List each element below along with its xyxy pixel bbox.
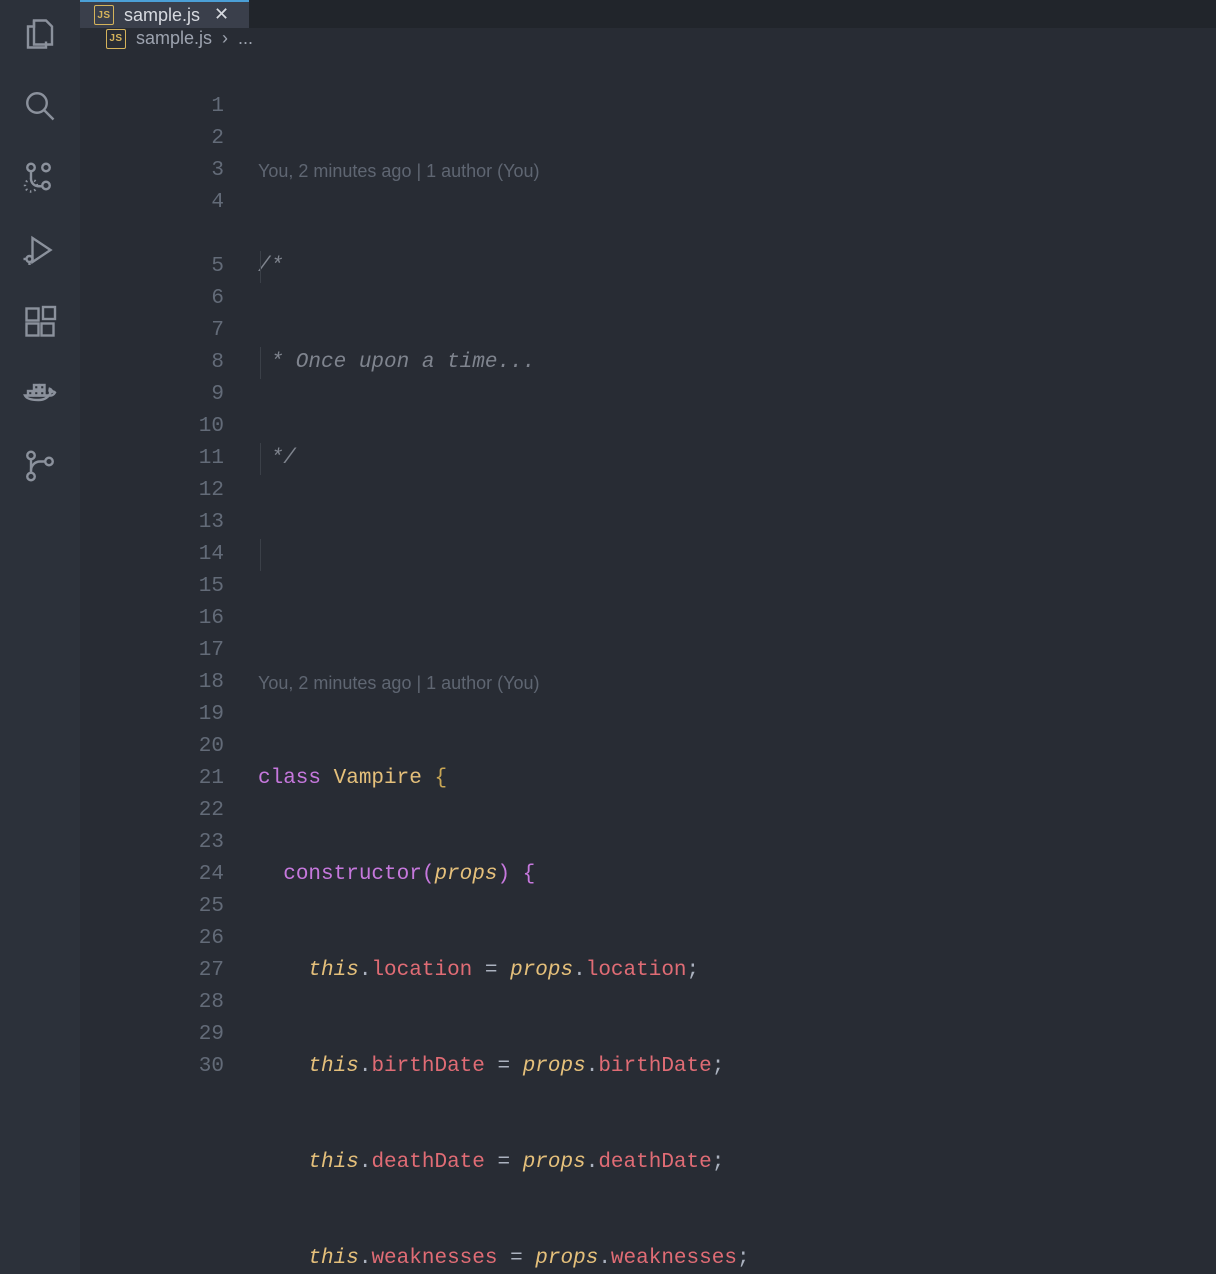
line-number: 5 (80, 251, 224, 283)
git-blame-annotation: You, 2 minutes ago | 1 author (You) (258, 155, 1216, 187)
extensions-icon[interactable] (22, 304, 58, 340)
line-number: 21 (80, 763, 224, 795)
tab-bar: JS sample.js ✕ (80, 0, 1216, 28)
line-number: 8 (80, 347, 224, 379)
line-number: 19 (80, 699, 224, 731)
git-icon[interactable] (22, 448, 58, 484)
line-number: 2 (80, 123, 224, 155)
line-number: 11 (80, 443, 224, 475)
line-number: 20 (80, 731, 224, 763)
search-icon[interactable] (22, 88, 58, 124)
docker-icon[interactable] (22, 376, 58, 412)
activity-bar (0, 0, 80, 1274)
files-icon[interactable] (22, 16, 58, 52)
js-file-icon: JS (106, 29, 126, 49)
breadcrumb-ellipsis[interactable]: ... (238, 28, 253, 49)
line-number: 27 (80, 955, 224, 987)
line-number: 23 (80, 827, 224, 859)
source-control-graph-icon[interactable] (22, 160, 58, 196)
line-number: 14 (80, 539, 224, 571)
line-number-gutter: 1234567891011121314151617181920212223242… (80, 59, 258, 1274)
line-number: 10 (80, 411, 224, 443)
line-number: 15 (80, 571, 224, 603)
git-blame-annotation: You, 2 minutes ago | 1 author (You) (258, 667, 1216, 699)
line-number: 22 (80, 795, 224, 827)
line-number: 7 (80, 315, 224, 347)
line-number: 9 (80, 379, 224, 411)
line-number: 28 (80, 987, 224, 1019)
line-number: 26 (80, 923, 224, 955)
line-number: 24 (80, 859, 224, 891)
js-file-icon: JS (94, 5, 114, 25)
tab-sample-js[interactable]: JS sample.js ✕ (80, 0, 249, 28)
line-number: 3 (80, 155, 224, 187)
run-debug-icon[interactable] (22, 232, 58, 268)
line-number: 30 (80, 1051, 224, 1083)
tab-label: sample.js (124, 5, 200, 26)
line-number: 1 (80, 91, 224, 123)
code-editor[interactable]: 1234567891011121314151617181920212223242… (80, 49, 1216, 1274)
line-number: 4 (80, 187, 224, 219)
line-number: 6 (80, 283, 224, 315)
close-icon[interactable]: ✕ (210, 2, 233, 28)
code-content[interactable]: You, 2 minutes ago | 1 author (You) /* *… (258, 59, 1216, 1274)
line-number: 16 (80, 603, 224, 635)
line-number: 17 (80, 635, 224, 667)
breadcrumb-file: sample.js (136, 28, 212, 49)
line-number: 13 (80, 507, 224, 539)
breadcrumb[interactable]: JS sample.js › ... (80, 28, 1216, 49)
line-number: 25 (80, 891, 224, 923)
line-number: 29 (80, 1019, 224, 1051)
line-number: 12 (80, 475, 224, 507)
chevron-right-icon: › (222, 28, 228, 49)
line-number: 18 (80, 667, 224, 699)
